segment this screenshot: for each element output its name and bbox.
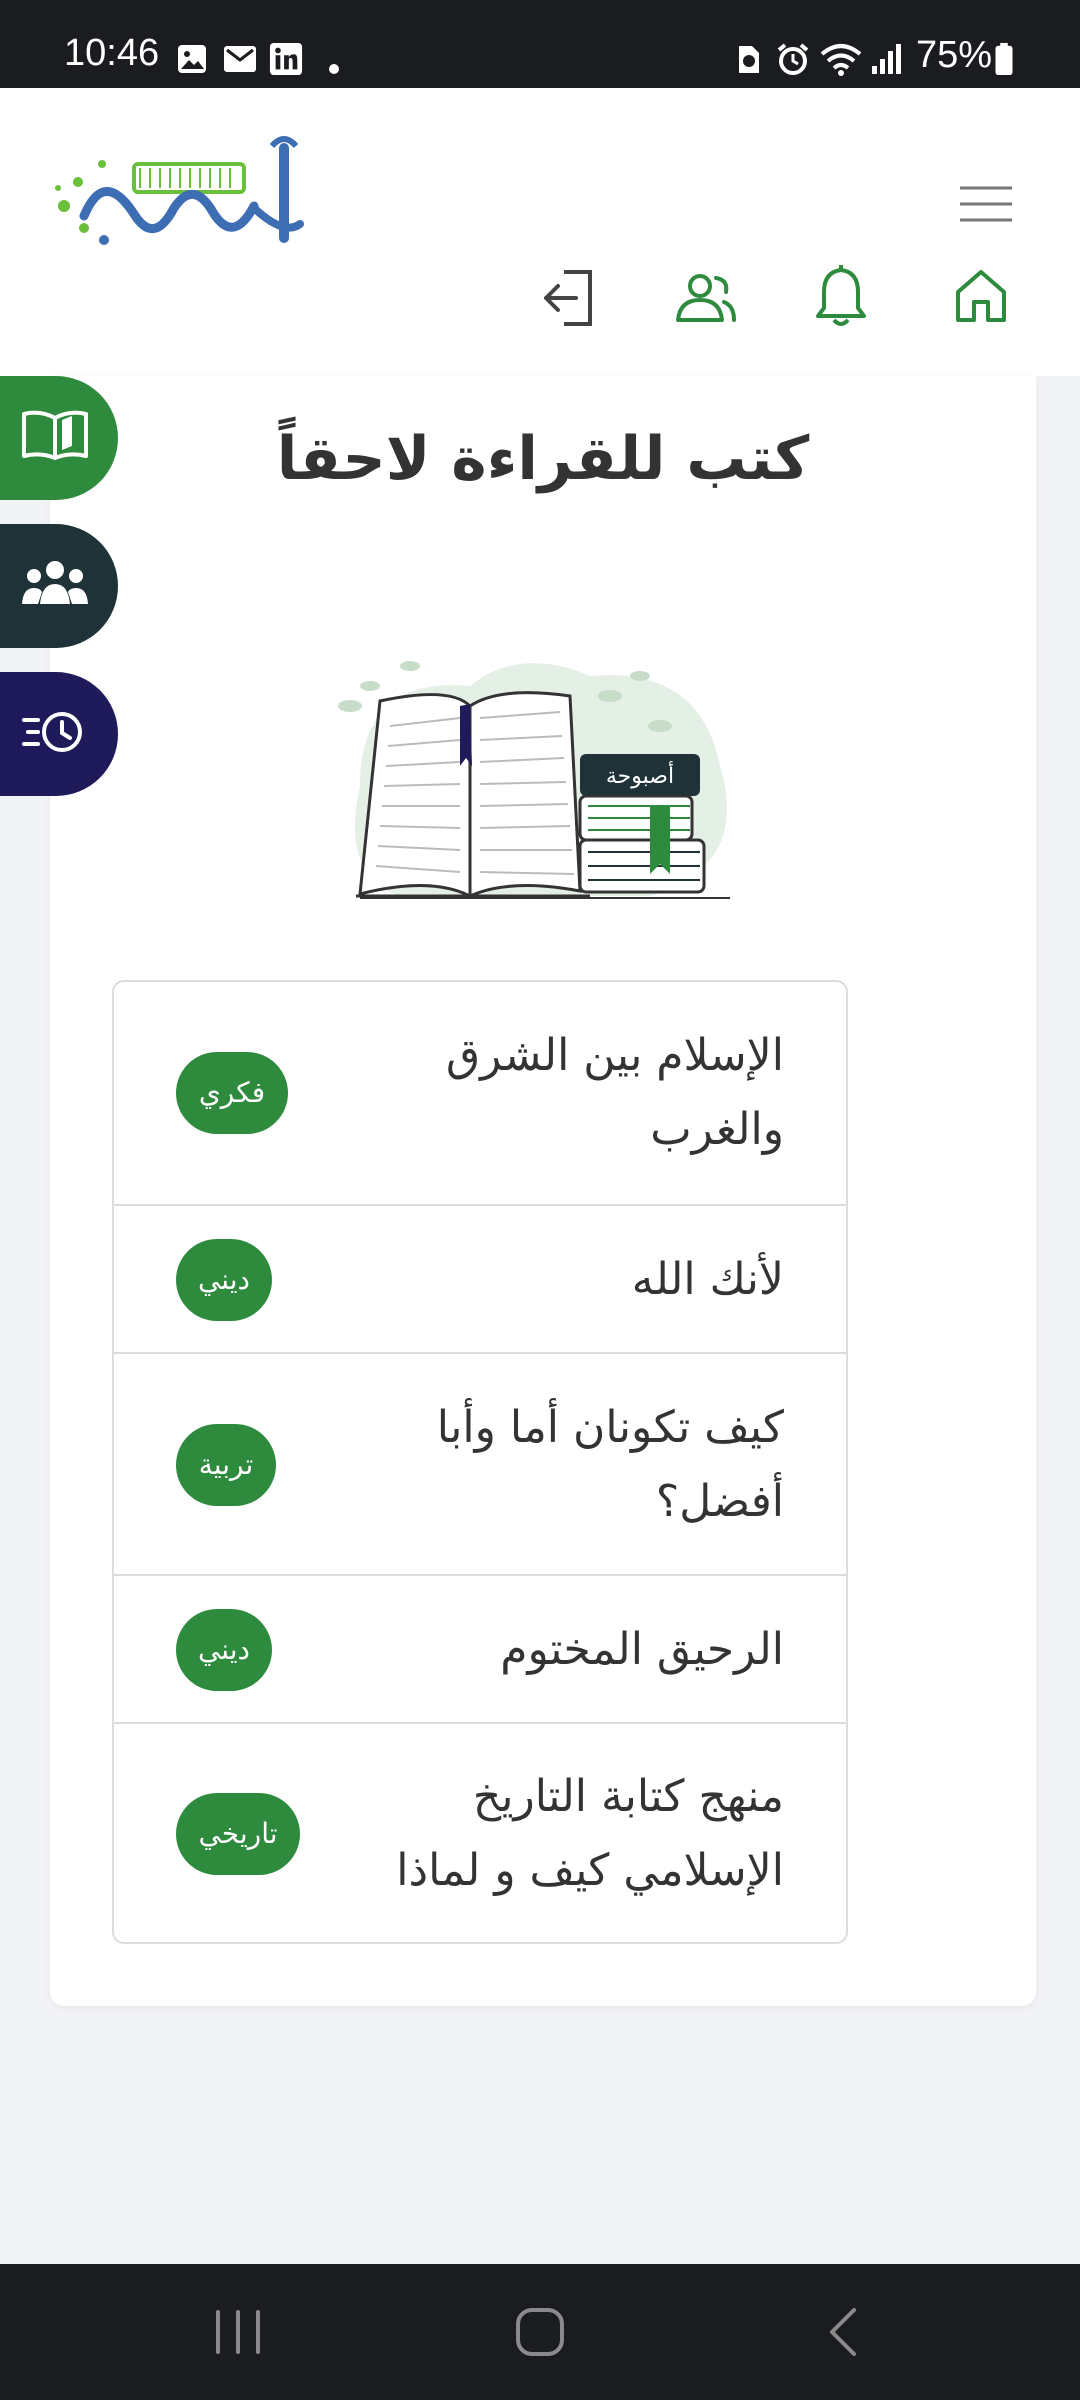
recent-apps-icon[interactable]: [212, 2304, 264, 2360]
site-header: [0, 88, 1080, 376]
category-badge: فكري: [176, 1052, 288, 1134]
book-title-line2: والغرب: [650, 1104, 784, 1155]
book-title[interactable]: كيف تكونان أما وأبا أفضل؟: [324, 1391, 784, 1539]
book-title[interactable]: منهج كتابة التاريخ الإسلامي كيف و لماذا: [324, 1760, 784, 1908]
book-title[interactable]: الإسلام بين الشرق والغرب: [324, 1019, 784, 1167]
books-illustration: أصبوحة: [338, 661, 730, 899]
history-list-icon: [22, 712, 82, 752]
book-title[interactable]: الرحيق المختوم: [324, 1613, 784, 1687]
battery-percentage: 75%: [916, 34, 993, 76]
menu-icon[interactable]: [958, 184, 1014, 224]
home-icon[interactable]: [954, 268, 1008, 324]
category-badge: تربية: [176, 1424, 276, 1506]
open-book-icon: [22, 410, 88, 460]
home-button-icon[interactable]: [512, 2304, 568, 2360]
system-nav-bar: [0, 2264, 1080, 2400]
battery-icon: [995, 42, 1013, 76]
back-icon[interactable]: [822, 2304, 862, 2360]
logout-icon[interactable]: [540, 268, 596, 328]
sim-icon: [739, 46, 759, 73]
notification-bell-icon[interactable]: [814, 264, 868, 328]
book-list: الإسلام بين الشرق والغرب فكري لأنك الله ديني…: [112, 980, 848, 1944]
dot-icon: [329, 64, 339, 74]
alarm-icon: [777, 43, 809, 75]
book-title-line1: لأنك الله: [631, 1254, 784, 1305]
status-bar: 10:46 75%: [0, 0, 1080, 88]
hero-logo-text: أصبوحة: [606, 761, 674, 789]
category-badge: ديني: [176, 1609, 272, 1691]
book-row[interactable]: كيف تكونان أما وأبا أفضل؟ تربية: [114, 1352, 846, 1574]
profile-icon[interactable]: [674, 272, 738, 324]
linkedin-icon: [269, 42, 303, 76]
book-title-line1: كيف تكونان أما وأبا: [436, 1402, 784, 1453]
book-title[interactable]: لأنك الله: [324, 1243, 784, 1317]
content-card: كتب للقراءة لاحقاً أصبوحة الإسلام بين ال…: [50, 376, 1036, 2006]
category-badge: تاريخي: [176, 1793, 300, 1875]
signal-icon: [872, 44, 901, 74]
book-title-line2: أفضل؟: [655, 1476, 784, 1527]
group-icon: [22, 561, 88, 604]
book-title-line2: الإسلامي كيف و لماذا: [396, 1845, 784, 1896]
book-row[interactable]: الإسلام بين الشرق والغرب فكري: [114, 982, 846, 1204]
page-title: كتب للقراءة لاحقاً: [276, 424, 810, 494]
book-row[interactable]: الرحيق المختوم ديني: [114, 1574, 846, 1722]
gallery-icon: [178, 45, 206, 73]
status-time: 10:46: [64, 32, 160, 74]
site-logo[interactable]: [44, 128, 354, 258]
gmail-icon: [224, 46, 256, 72]
book-title-line1: الإسلام بين الشرق: [446, 1030, 784, 1081]
book-title-line1: الرحيق المختوم: [500, 1624, 784, 1675]
wifi-icon: [820, 44, 862, 76]
book-row[interactable]: لأنك الله ديني: [114, 1204, 846, 1352]
book-title-line1: منهج كتابة التاريخ: [472, 1771, 784, 1822]
book-row[interactable]: منهج كتابة التاريخ الإسلامي كيف و لماذا تا…: [114, 1722, 846, 1942]
category-badge: ديني: [176, 1239, 272, 1321]
